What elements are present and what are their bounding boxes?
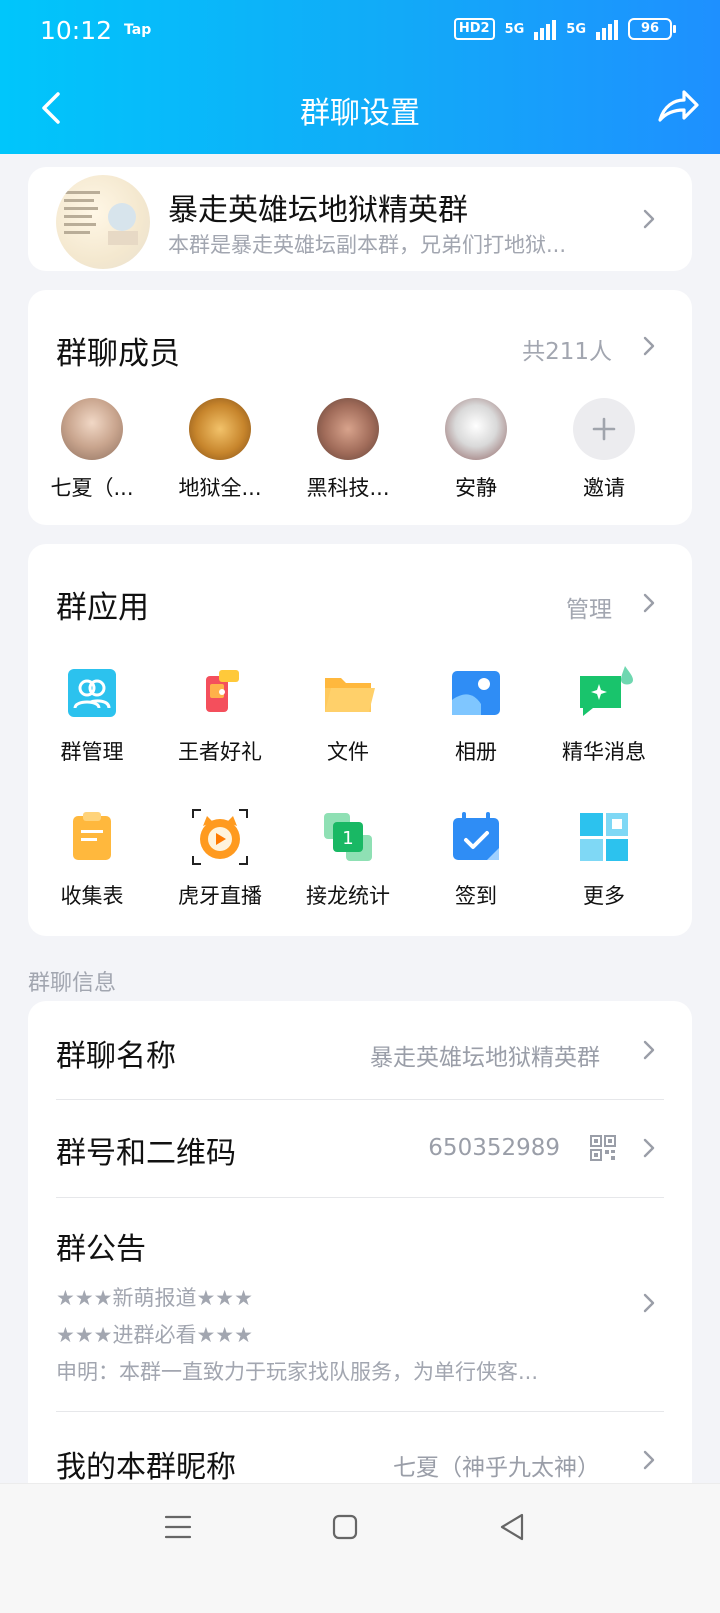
chevron-right-icon: [643, 209, 655, 229]
chevron-right-icon[interactable]: [642, 335, 656, 357]
album-icon: [447, 664, 505, 722]
group-name-row[interactable]: 群聊名称 暴走英雄坛地狱精英群: [28, 1001, 692, 1099]
app-group-manage[interactable]: 群管理: [28, 664, 156, 766]
row-title: 群号和二维码: [56, 1136, 236, 1171]
app-label: 精华消息: [562, 740, 646, 764]
member-item[interactable]: 安静: [412, 398, 540, 502]
row-value: 七夏（神乎九太神）: [393, 1455, 600, 1481]
member-name: 安静: [455, 476, 497, 500]
calendar-check-icon: [447, 808, 505, 866]
hd-badge: HD2: [453, 18, 495, 40]
avatar: [189, 398, 251, 460]
system-navigation-bar: [0, 1483, 720, 1613]
member-name: 地狱全...: [178, 476, 262, 500]
apps-card: 群应用 管理 群管理 王者好礼 文件 相册 精华消息 收集表 虎牙直播 1 接龙…: [28, 544, 692, 936]
home-icon[interactable]: [332, 1514, 358, 1540]
group-description: 本群是暴走英雄坛副本群，兄弟们打地狱...: [168, 233, 567, 257]
app-huya-live[interactable]: 虎牙直播: [156, 808, 284, 910]
member-name: 黑科技...: [306, 476, 390, 500]
group-notice-row[interactable]: 群公告 ★★★新萌报道★★★ ★★★进群必看★★★ 申明：本群一直致力于玩家找队…: [28, 1198, 692, 1411]
group-number-row[interactable]: 群号和二维码 650352989: [28, 1100, 692, 1198]
folder-icon: [319, 664, 377, 722]
member-name: 七夏（...: [50, 476, 134, 500]
group-info-card: 群聊名称 暴走英雄坛地狱精英群 群号和二维码 650352989 群公告 ★★★…: [28, 1001, 692, 1501]
app-label: 虎牙直播: [178, 884, 262, 908]
huya-live-icon: [191, 808, 249, 866]
member-item[interactable]: 七夏（...: [28, 398, 156, 502]
app-label: 更多: [583, 884, 625, 908]
status-indicators: HD2 5G 5G 96: [453, 18, 676, 40]
group-name: 暴走英雄坛地狱精英群: [168, 193, 468, 228]
app-essence[interactable]: 精华消息: [540, 664, 668, 766]
network-label: 5G: [504, 21, 525, 37]
app-label: 文件: [327, 740, 369, 764]
signal-icon: [534, 18, 557, 40]
avatar: [317, 398, 379, 460]
back-triangle-icon[interactable]: [498, 1512, 526, 1542]
gift-icon: [191, 664, 249, 722]
chevron-right-icon[interactable]: [642, 592, 656, 614]
app-collect-form[interactable]: 收集表: [28, 808, 156, 910]
invite-button[interactable]: 邀请: [540, 398, 668, 502]
app-label: 收集表: [60, 884, 124, 908]
plus-icon: [573, 398, 635, 460]
chevron-right-icon: [643, 1293, 655, 1313]
menu-icon[interactable]: [164, 1514, 192, 1540]
member-count[interactable]: 共211人: [522, 332, 612, 366]
page-title: 群聊设置: [300, 96, 420, 131]
member-item[interactable]: 黑科技...: [284, 398, 412, 502]
section-label-group-info: 群聊信息: [28, 971, 117, 996]
app-more[interactable]: 更多: [540, 808, 668, 910]
notice-line: 申明：本群一直致力于玩家找队服务，为单行侠客...: [56, 1360, 539, 1384]
chevron-right-icon: [643, 1138, 655, 1158]
apps-title: 群应用: [56, 590, 149, 626]
status-carrier-badge: Tap: [124, 22, 152, 38]
app-label: 群管理: [60, 740, 124, 764]
app-files[interactable]: 文件: [284, 664, 412, 766]
chevron-right-icon: [643, 1040, 655, 1060]
row-title: 群公告: [56, 1232, 146, 1267]
chevron-right-icon: [643, 1450, 655, 1470]
status-time: 10:12: [40, 16, 113, 45]
invite-label: 邀请: [583, 476, 625, 500]
group-avatar: [56, 175, 150, 269]
qr-code-icon: [590, 1135, 616, 1161]
row-value: 暴走英雄坛地狱精英群: [370, 1045, 600, 1071]
apps-manage-link[interactable]: 管理: [566, 590, 612, 624]
members-card: 群聊成员 共211人 七夏（... 地狱全... 黑科技... 安静 邀请: [28, 290, 692, 525]
network-label-2: 5G: [566, 21, 586, 37]
app-relay-stat[interactable]: 1 接龙统计: [284, 808, 412, 910]
avatar: [61, 398, 123, 460]
group-number: 650352989: [428, 1135, 560, 1161]
group-manage-icon: [63, 664, 121, 722]
member-item[interactable]: 地狱全...: [156, 398, 284, 502]
row-title: 我的本群昵称: [56, 1450, 236, 1485]
row-title: 群聊名称: [56, 1039, 176, 1074]
notice-line: ★★★进群必看★★★: [56, 1323, 253, 1347]
signal-icon-2: [596, 18, 618, 40]
app-label: 相册: [455, 740, 497, 764]
app-label: 签到: [455, 884, 497, 908]
group-card[interactable]: 暴走英雄坛地狱精英群 本群是暴走英雄坛副本群，兄弟们打地狱...: [28, 167, 692, 271]
clipboard-icon: [63, 808, 121, 866]
members-title: 群聊成员: [56, 336, 180, 372]
relay-stat-icon: 1: [319, 808, 377, 866]
app-label: 接龙统计: [306, 884, 390, 908]
app-album[interactable]: 相册: [412, 664, 540, 766]
grid-more-icon: [575, 808, 633, 866]
essence-message-icon: [575, 664, 633, 722]
app-label: 王者好礼: [178, 740, 262, 764]
notice-line: ★★★新萌报道★★★: [56, 1286, 253, 1310]
app-header: 10:12 Tap HD2 5G 5G 96 群聊设置: [0, 0, 720, 154]
battery-icon: 96: [628, 18, 676, 40]
avatar: [445, 398, 507, 460]
svg-text:1: 1: [342, 828, 353, 849]
app-gift[interactable]: 王者好礼: [156, 664, 284, 766]
share-icon[interactable]: [656, 86, 700, 126]
app-checkin[interactable]: 签到: [412, 808, 540, 910]
